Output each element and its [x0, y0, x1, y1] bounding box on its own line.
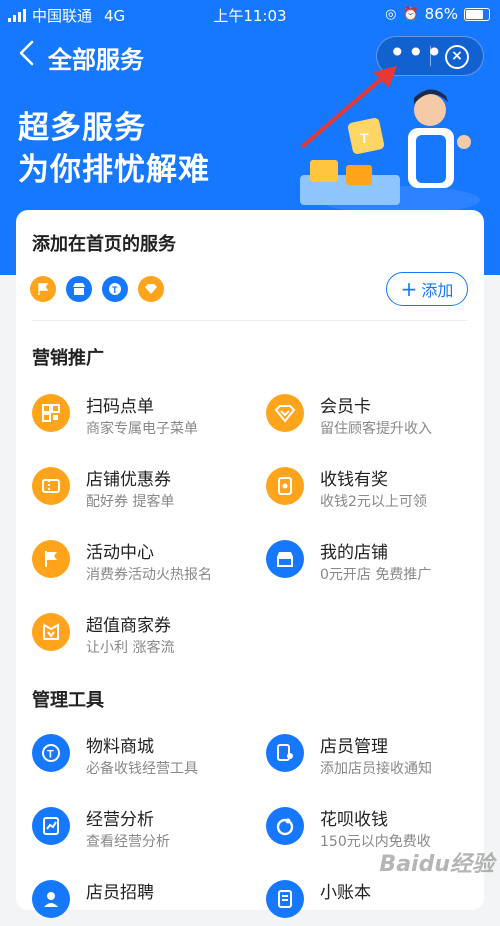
- back-button[interactable]: [18, 40, 34, 73]
- hero-slogan-line1: 超多服务: [18, 110, 146, 146]
- svg-text:T: T: [47, 749, 54, 761]
- watermark: Baidu经验: [379, 852, 494, 877]
- shop-icon[interactable]: [66, 276, 92, 302]
- close-button[interactable]: ×: [445, 45, 469, 69]
- alarm-icon: ⏰: [402, 6, 419, 22]
- services-card: 添加在首页的服务 T + 添加 营销推广 扫码点单 商家专属电子菜单 会员卡 留…: [16, 210, 484, 918]
- service-item-ledger[interactable]: 小账本: [266, 874, 476, 926]
- service-item-my-shop[interactable]: 我的店铺 0元开店 免费推广: [266, 534, 476, 586]
- member-card-icon[interactable]: [138, 276, 164, 302]
- annotation-arrow: [301, 66, 397, 148]
- staff-icon: [266, 734, 304, 772]
- orientation-lock-icon: ◎: [385, 6, 397, 22]
- service-title: 会员卡: [320, 397, 371, 417]
- battery-icon: [464, 7, 490, 21]
- service-title: 店员管理: [320, 737, 388, 757]
- service-item-member-card[interactable]: 会员卡 留住顾客提升收入: [266, 388, 476, 440]
- service-item-business-analysis[interactable]: 经营分析 查看经营分析: [32, 801, 242, 853]
- service-subtitle: 0元开店 免费推广: [320, 567, 432, 583]
- service-title: 店铺优惠券: [86, 470, 171, 490]
- reward-icon: [266, 467, 304, 505]
- service-subtitle: 让小利 涨客流: [86, 640, 175, 656]
- service-subtitle: 消费券活动火热报名: [86, 567, 212, 583]
- merchant-coupon-icon: [32, 613, 70, 651]
- flag-icon[interactable]: [30, 276, 56, 302]
- service-item-shop-coupon[interactable]: 店铺优惠券 配好券 提客单: [32, 461, 242, 513]
- service-item-staff-management[interactable]: 店员管理 添加店员接收通知: [266, 728, 476, 780]
- pinned-icons: T: [30, 276, 164, 302]
- service-subtitle: 收钱2元以上可领: [320, 494, 427, 510]
- service-subtitle: 商家专属电子菜单: [86, 421, 198, 437]
- coupon-icon: [32, 467, 70, 505]
- service-item-material-mall[interactable]: T 物料商城 必备收钱经营工具: [32, 728, 242, 780]
- service-item-scan-order[interactable]: 扫码点单 商家专属电子菜单: [32, 388, 242, 440]
- service-subtitle: 必备收钱经营工具: [86, 761, 198, 777]
- chevron-left-icon: [19, 40, 34, 66]
- service-title: 小账本: [320, 883, 371, 903]
- divider: [32, 320, 468, 321]
- qr-menu-icon: [32, 394, 70, 432]
- service-title: 花呗收钱: [320, 810, 388, 830]
- service-title: 超值商家券: [86, 616, 171, 636]
- battery-percent: 86%: [424, 5, 458, 23]
- service-subtitle: 查看经营分析: [86, 834, 170, 850]
- ledger-icon: [266, 880, 304, 918]
- material-mall-icon: T: [32, 734, 70, 772]
- plus-icon: +: [400, 277, 418, 301]
- service-item-recruitment[interactable]: 店员招聘: [32, 874, 242, 926]
- service-title: 收钱有奖: [320, 470, 388, 490]
- service-item-payment-reward[interactable]: 收钱有奖 收钱2元以上可领: [266, 461, 476, 513]
- material-mall-icon[interactable]: T: [102, 276, 128, 302]
- service-subtitle: 留住顾客提升收入: [320, 421, 432, 437]
- service-title: 店员招聘: [86, 883, 154, 903]
- page-title: 全部服务: [48, 46, 144, 74]
- analysis-icon: [32, 807, 70, 845]
- service-subtitle: 添加店员接收通知: [320, 761, 432, 777]
- capsule-divider: [430, 46, 431, 66]
- service-title: 我的店铺: [320, 543, 388, 563]
- service-subtitle: 配好券 提客单: [86, 494, 175, 510]
- service-title: 扫码点单: [86, 397, 154, 417]
- add-label: 添加: [421, 281, 454, 300]
- service-title: 物料商城: [86, 737, 154, 757]
- huabei-icon: [266, 807, 304, 845]
- service-item-activity-center[interactable]: 活动中心 消费券活动火热报名: [32, 534, 242, 586]
- service-title: 经营分析: [86, 810, 154, 830]
- service-title: 活动中心: [86, 543, 154, 563]
- section-title-management: 管理工具: [32, 690, 104, 711]
- add-service-button[interactable]: + 添加: [386, 272, 468, 306]
- service-item-merchant-coupon[interactable]: 超值商家券 让小利 涨客流: [32, 607, 242, 659]
- recruit-icon: [32, 880, 70, 918]
- flag-icon: [32, 540, 70, 578]
- nav-bar: 全部服务 ••• ×: [0, 28, 500, 84]
- section-title-marketing: 营销推广: [32, 348, 104, 369]
- member-card-icon: [266, 394, 304, 432]
- svg-text:T: T: [112, 285, 118, 295]
- status-bar: 中国联通 4G 上午11:03 ◎ ⏰ 86%: [0, 0, 500, 28]
- hero-slogan-line2: 为你排忧解难: [18, 152, 210, 188]
- pinned-section-title: 添加在首页的服务: [32, 234, 176, 255]
- shop-icon: [266, 540, 304, 578]
